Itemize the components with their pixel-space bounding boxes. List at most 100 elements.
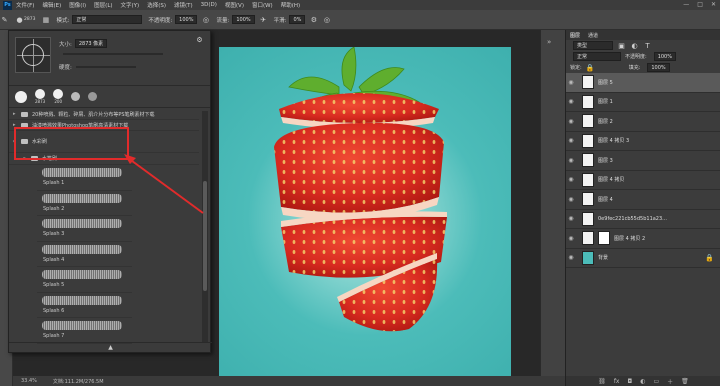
minimize-button[interactable]: — — [683, 1, 689, 8]
airbrush-icon[interactable]: ✈ — [259, 15, 268, 24]
filter-type-icon[interactable]: T — [643, 41, 652, 50]
menu-window[interactable]: 窗口(W) — [252, 1, 273, 9]
maximize-button[interactable]: □ — [697, 1, 703, 8]
new-group-icon[interactable]: ▭ — [653, 378, 659, 385]
new-layer-icon[interactable]: ＋ — [667, 377, 673, 386]
recent-brush-5[interactable] — [88, 92, 98, 101]
layer-row[interactable]: ◉ 0e9fec221cb55d5b11a23... — [566, 210, 720, 229]
brush-preset-item[interactable]: Splash 4 — [37, 242, 132, 267]
recent-brush-1[interactable] — [15, 90, 27, 103]
visibility-eye-icon[interactable]: ◉ — [566, 176, 576, 183]
layer-row[interactable]: ◉ 图层 4 — [566, 190, 720, 210]
status-bar: 33.4% 文档:111.2M/276.5M — [13, 376, 565, 386]
layer-row[interactable]: ◉ 图层 1 — [566, 93, 720, 112]
layer-row[interactable]: ◉ 图层 4 拷贝 2 — [566, 229, 720, 249]
layer-opacity-label: 不透明度: — [625, 54, 647, 60]
menu-image[interactable]: 图像(I) — [69, 1, 86, 9]
brush-size-readout: 2873 — [24, 17, 36, 22]
brush-folder-1[interactable]: ▸ 20种喷溅、颗粒、碎屑、肌介片分布等PS笔刷素材下载 — [9, 109, 199, 120]
add-mask-icon[interactable]: ◘ — [627, 378, 632, 385]
menu-help[interactable]: 帮助(H) — [281, 1, 300, 9]
layer-row[interactable]: ◉ 图层 5 — [566, 73, 720, 93]
adjustment-layer-icon[interactable]: ◐ — [640, 378, 645, 385]
visibility-eye-icon[interactable]: ◉ — [566, 196, 576, 203]
filter-adjust-icon[interactable]: ◐ — [630, 41, 639, 50]
menu-file[interactable]: 文件(F) — [16, 1, 34, 9]
smoothing-options-icon[interactable]: ⚙ — [309, 15, 318, 24]
brush-preset-item[interactable]: Splash 3 — [37, 216, 132, 242]
menu-layer[interactable]: 图层(L) — [94, 1, 112, 9]
panel-settings-icon[interactable]: ⚙ — [195, 35, 204, 44]
visibility-eye-icon[interactable]: ◉ — [566, 157, 576, 164]
brush-stroke-preview — [42, 244, 122, 254]
flow-input[interactable]: 100% — [232, 15, 255, 24]
close-button[interactable]: ✕ — [711, 1, 716, 8]
doc-info[interactable]: 文档:111.2M/276.5M — [53, 378, 104, 385]
panel-resize-handle[interactable]: ▲ — [9, 342, 212, 352]
layer-thumbnail — [582, 250, 594, 265]
layer-thumbnail — [582, 192, 594, 207]
recent-brush-2[interactable]: 2873 — [35, 89, 45, 104]
recent-brush-4[interactable] — [71, 92, 81, 101]
fill-input[interactable]: 100% — [647, 63, 670, 72]
menu-3d[interactable]: 3D(D) — [201, 2, 217, 8]
smooth-input[interactable]: 0% — [289, 15, 306, 24]
fx-icon[interactable]: fx — [614, 378, 620, 385]
lock-icon[interactable]: 🔒 — [586, 63, 595, 72]
blend-mode-select[interactable]: 正常 — [573, 52, 621, 61]
layer-thumbnail — [582, 231, 594, 246]
recent-brush-3[interactable]: 200 — [53, 89, 64, 104]
menu-edit[interactable]: 编辑(E) — [42, 1, 61, 9]
filter-pixel-icon[interactable]: ▣ — [617, 41, 626, 50]
brush-settings-icon[interactable]: ▦ — [41, 15, 50, 24]
brush-preset-item[interactable]: Splash 1 — [37, 165, 132, 191]
brush-preset-item[interactable]: Splash 6 — [37, 293, 132, 318]
visibility-eye-icon[interactable]: ◉ — [566, 254, 576, 261]
brush-preset-item[interactable]: Splash 2 — [37, 191, 132, 216]
brush-list-scrollbar[interactable] — [202, 111, 208, 343]
mode-select[interactable]: 正常 — [72, 15, 143, 24]
menu-type[interactable]: 文字(Y) — [121, 1, 140, 9]
size-input[interactable]: 2873 像素 — [74, 39, 108, 48]
visibility-eye-icon[interactable]: ◉ — [566, 215, 576, 222]
visibility-eye-icon[interactable]: ◉ — [566, 137, 576, 144]
brush-preset-picker[interactable]: ● 2873 — [15, 15, 35, 24]
collapse-arrow-icon[interactable]: » — [547, 38, 559, 46]
visibility-eye-icon[interactable]: ◉ — [566, 98, 576, 105]
opacity-input[interactable]: 100% — [175, 15, 198, 24]
menu-filter[interactable]: 滤镜(T) — [174, 1, 193, 9]
layer-row[interactable]: ◉ 图层 4 拷贝 3 — [566, 132, 720, 151]
brush-tool-icon[interactable]: ✎ — [0, 15, 9, 24]
brush-preset-item[interactable]: Splash 5 — [37, 267, 132, 293]
size-slider[interactable] — [63, 53, 163, 55]
lock-label: 锁定: — [570, 65, 582, 71]
menu-select[interactable]: 选择(S) — [147, 1, 166, 9]
tab-layers[interactable]: 图层 — [570, 32, 580, 39]
visibility-eye-icon[interactable]: ◉ — [566, 79, 576, 86]
strawberry-artwork — [274, 47, 447, 332]
pressure-size-icon[interactable]: ◎ — [322, 15, 331, 24]
layer-filter-select[interactable]: 类型 — [573, 41, 613, 50]
tab-channels[interactable]: 通道 — [588, 32, 598, 39]
brush-dot-icon: ● — [16, 15, 23, 24]
brush-preset-item[interactable]: Splash 7 — [37, 318, 132, 344]
scroll-thumb[interactable] — [203, 181, 207, 291]
layer-opacity-input[interactable]: 100% — [653, 52, 676, 61]
pressure-opacity-icon[interactable]: ◎ — [201, 15, 210, 24]
delete-layer-icon[interactable]: 🗑 — [681, 378, 689, 385]
menu-view[interactable]: 视图(V) — [225, 1, 244, 9]
layer-thumbnail — [582, 211, 594, 226]
brush-stroke-preview — [42, 219, 122, 228]
layer-row[interactable]: ◉ 图层 2 — [566, 112, 720, 132]
link-layers-icon[interactable]: ⛓ — [598, 378, 606, 385]
zoom-level[interactable]: 33.4% — [21, 378, 37, 384]
layer-row[interactable]: ◉ 背景 🔒 — [566, 249, 720, 268]
layer-row[interactable]: ◉ 图层 4 拷贝 — [566, 171, 720, 190]
hardness-slider[interactable] — [75, 66, 136, 68]
document-canvas[interactable] — [219, 47, 511, 377]
opacity-group: 不透明度: 100% — [148, 15, 198, 24]
visibility-eye-icon[interactable]: ◉ — [566, 118, 576, 125]
brush-angle-preview[interactable] — [15, 37, 51, 73]
layer-row[interactable]: ◉ 图层 3 — [566, 151, 720, 171]
visibility-eye-icon[interactable]: ◉ — [566, 235, 576, 242]
